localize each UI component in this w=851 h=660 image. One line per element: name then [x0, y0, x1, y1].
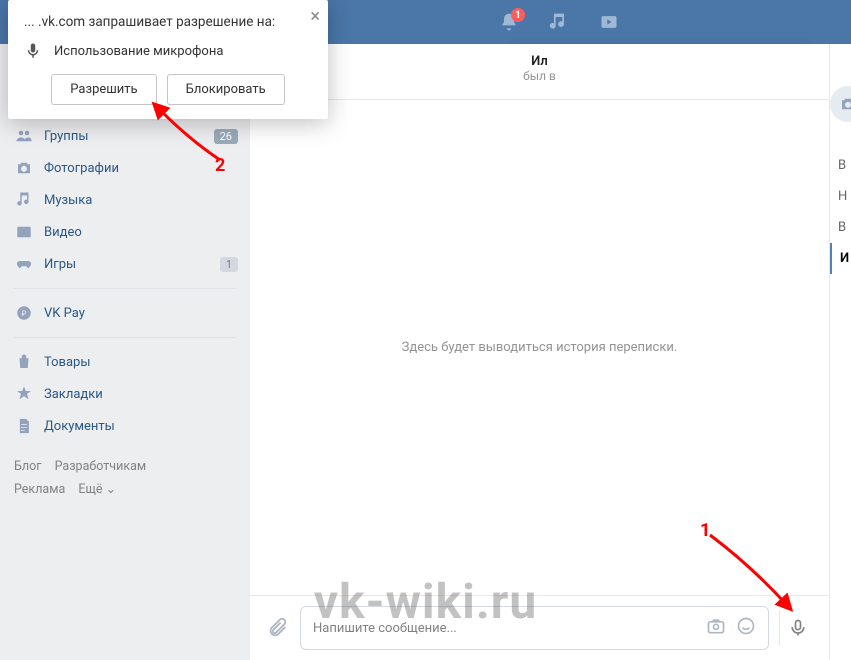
- video-player-icon[interactable]: [597, 10, 621, 34]
- annotation-label-1: 1: [700, 520, 710, 541]
- sidebar-item-docs[interactable]: Документы: [0, 410, 250, 442]
- close-icon[interactable]: ×: [310, 6, 320, 27]
- sidebar: Сообщения 73 Друзья Группы 26 Фотографии…: [0, 44, 250, 660]
- separator: [14, 337, 236, 338]
- permission-title: ... .vk.com запрашивает разрешение на:: [24, 14, 312, 30]
- camera-icon[interactable]: [706, 616, 726, 640]
- music-icon: [14, 190, 34, 210]
- separator: [14, 288, 236, 289]
- annotation-label-2: 2: [215, 155, 225, 176]
- microphone-icon: [24, 42, 42, 60]
- groups-icon: [14, 126, 34, 146]
- notification-badge: 1: [511, 8, 525, 22]
- sidebar-item-goods[interactable]: Товары: [0, 346, 250, 378]
- svg-text:₽: ₽: [22, 309, 27, 318]
- permission-item: Использование микрофона: [54, 44, 223, 59]
- sidebar-item-vkpay[interactable]: ₽ VK Pay: [0, 297, 250, 329]
- footer-more[interactable]: Ещё ⌄: [78, 482, 116, 497]
- rpanel-tab[interactable]: Н: [830, 181, 851, 212]
- chat-empty-text: Здесь будет выводиться история переписки…: [402, 340, 678, 355]
- attach-icon[interactable]: [264, 615, 290, 641]
- profile-camera-icon[interactable]: [830, 86, 851, 122]
- footer-links: Блог Разработчикам Реклама Ещё ⌄: [0, 442, 250, 515]
- sidebar-item-bookmarks[interactable]: Закладки: [0, 378, 250, 410]
- sidebar-item-games[interactable]: Игры 1: [0, 248, 250, 280]
- rpanel-tab[interactable]: В: [830, 212, 851, 243]
- chat-header: Ил был в: [250, 44, 829, 100]
- sidebar-item-music[interactable]: Музыка: [0, 184, 250, 216]
- microphone-button[interactable]: [779, 610, 815, 646]
- chat-body: Здесь будет выводиться история переписки…: [250, 100, 829, 595]
- chat-title: Ил: [250, 54, 829, 69]
- allow-button[interactable]: Разрешить: [51, 74, 156, 105]
- footer-ads[interactable]: Реклама: [14, 482, 65, 497]
- block-button[interactable]: Блокировать: [167, 74, 285, 105]
- video-icon: [14, 222, 34, 242]
- sidebar-item-groups[interactable]: Группы 26: [0, 120, 250, 152]
- rpanel-tab[interactable]: В: [830, 150, 851, 181]
- message-input[interactable]: Напишите сообщение...: [300, 606, 769, 650]
- bookmarks-icon: [14, 384, 34, 404]
- music-player-icon[interactable]: [547, 10, 571, 34]
- permission-dialog: × ... .vk.com запрашивает разрешение на:…: [8, 0, 328, 119]
- photos-icon: [14, 158, 34, 178]
- rpanel-tab[interactable]: И: [830, 243, 851, 274]
- chat-input-bar: Напишите сообщение...: [250, 595, 829, 660]
- games-icon: [14, 254, 34, 274]
- emoji-icon[interactable]: [736, 616, 756, 640]
- docs-icon: [14, 416, 34, 436]
- footer-dev[interactable]: Разработчикам: [55, 459, 147, 474]
- right-panel: В Н В И: [829, 44, 851, 660]
- goods-icon: [14, 352, 34, 372]
- vkpay-icon: ₽: [14, 303, 34, 323]
- sidebar-item-video[interactable]: Видео: [0, 216, 250, 248]
- notifications-icon[interactable]: 1: [497, 10, 521, 34]
- chat-area: Ил был в Здесь будет выводиться история …: [250, 44, 829, 660]
- sidebar-item-photos[interactable]: Фотографии: [0, 152, 250, 184]
- footer-blog[interactable]: Блог: [14, 459, 41, 474]
- chat-subtitle: был в: [250, 69, 829, 83]
